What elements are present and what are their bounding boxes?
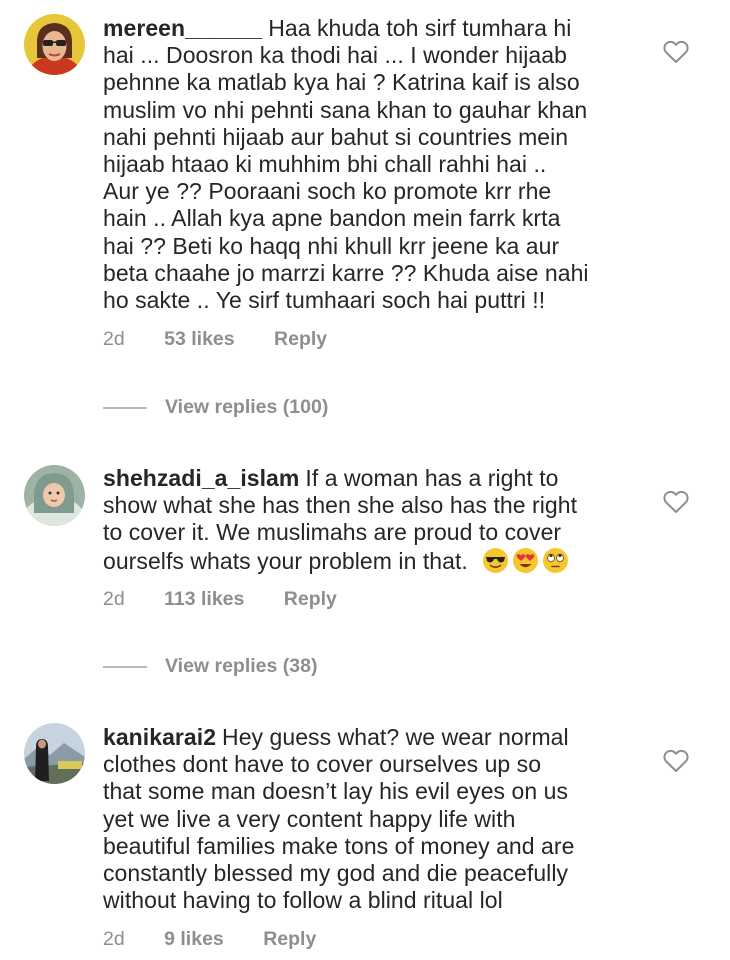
- avatar[interactable]: [24, 465, 85, 526]
- reply-button[interactable]: Reply: [284, 588, 337, 610]
- profile-photo-baby-in-blanket: [24, 465, 85, 526]
- reply-button[interactable]: Reply: [274, 328, 327, 350]
- comment-username[interactable]: kanikarai2: [103, 724, 216, 750]
- replies-divider: [103, 407, 147, 409]
- comment-username[interactable]: mereen______: [103, 15, 262, 41]
- comment-time: 2d: [103, 928, 125, 950]
- view-replies-button[interactable]: View replies (100): [103, 396, 328, 419]
- replies-divider: [103, 666, 147, 668]
- view-replies-button[interactable]: View replies (38): [103, 655, 317, 678]
- comment-text: kanikarai2 Hey guess what? we wear normal…: [103, 724, 575, 914]
- heart-outline-icon[interactable]: [663, 40, 689, 64]
- profile-photo-woman-sunglasses: [24, 14, 85, 75]
- heart-outline-icon[interactable]: [663, 749, 689, 773]
- avatar[interactable]: [24, 14, 85, 75]
- heart-outline-icon[interactable]: [663, 490, 689, 514]
- likes-count[interactable]: 53 likes: [164, 328, 234, 350]
- comment-meta: 2d 113 likes Reply: [103, 588, 337, 611]
- comment-time: 2d: [103, 328, 125, 350]
- comment-text: mereen______ Haa khuda toh sirf tumhara h…: [103, 15, 589, 314]
- comment-meta: 2d 9 likes Reply: [103, 928, 316, 951]
- comment-text: shehzadi_a_islam If a woman has a right t…: [103, 465, 578, 574]
- profile-photo-mountain-view: [24, 723, 85, 784]
- reply-button[interactable]: Reply: [263, 928, 316, 950]
- comment-meta: 2d 53 likes Reply: [103, 328, 327, 351]
- comment-time: 2d: [103, 588, 125, 610]
- avatar[interactable]: [24, 723, 85, 784]
- likes-count[interactable]: 9 likes: [164, 928, 224, 950]
- smiling-face-with-heart-eyes-icon: [512, 547, 539, 574]
- smiling-face-with-sunglasses-icon: [482, 547, 509, 574]
- face-with-rolling-eyes-icon: [542, 547, 569, 574]
- comment-username[interactable]: shehzadi_a_islam: [103, 465, 299, 491]
- likes-count[interactable]: 113 likes: [164, 588, 244, 610]
